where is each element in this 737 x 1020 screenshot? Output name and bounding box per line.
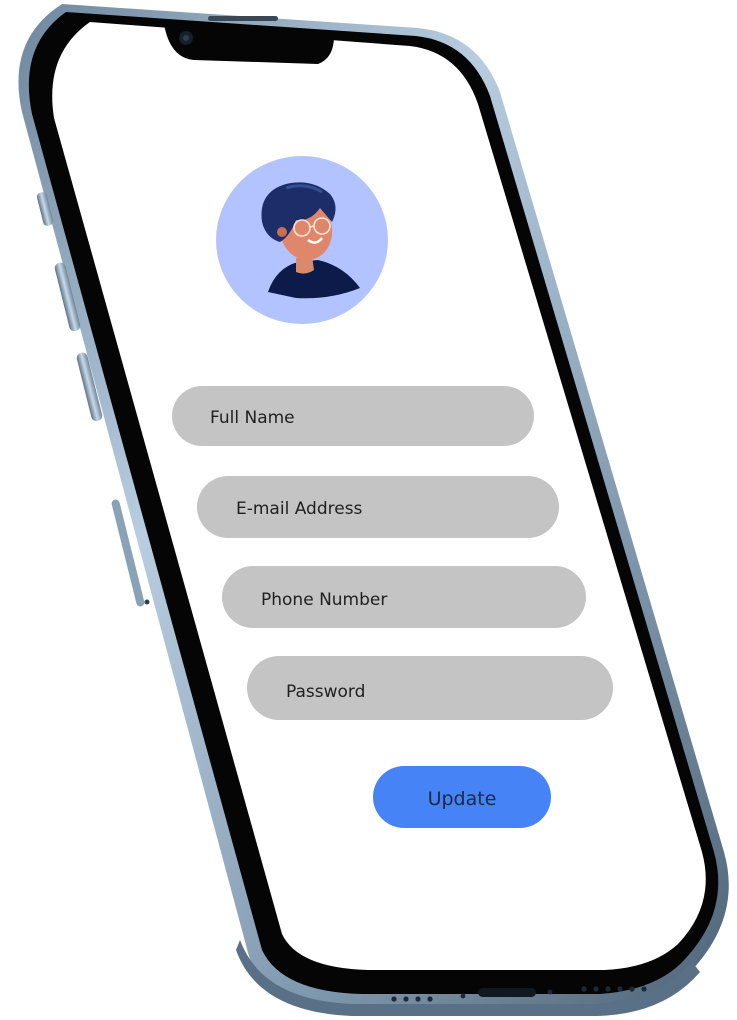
update-button[interactable]: Update [373,766,551,828]
phone-number-field[interactable]: Phone Number [222,566,586,628]
email-field[interactable]: E-mail Address [197,476,559,538]
update-button-label: Update [428,788,497,810]
phone-mockup: Full Name E-mail Address Phone Number Pa… [0,0,737,1020]
full-name-label: Full Name [210,408,295,428]
email-label: E-mail Address [236,499,363,519]
phone-device: Full Name E-mail Address Phone Number Pa… [18,4,729,1016]
earpiece-speaker [208,16,278,21]
charging-port [478,988,536,997]
full-name-field[interactable]: Full Name [172,386,534,446]
password-label: Password [286,682,365,702]
profile-avatar[interactable] [216,156,388,324]
password-field[interactable]: Password [247,656,613,720]
phone-number-label: Phone Number [261,590,387,610]
